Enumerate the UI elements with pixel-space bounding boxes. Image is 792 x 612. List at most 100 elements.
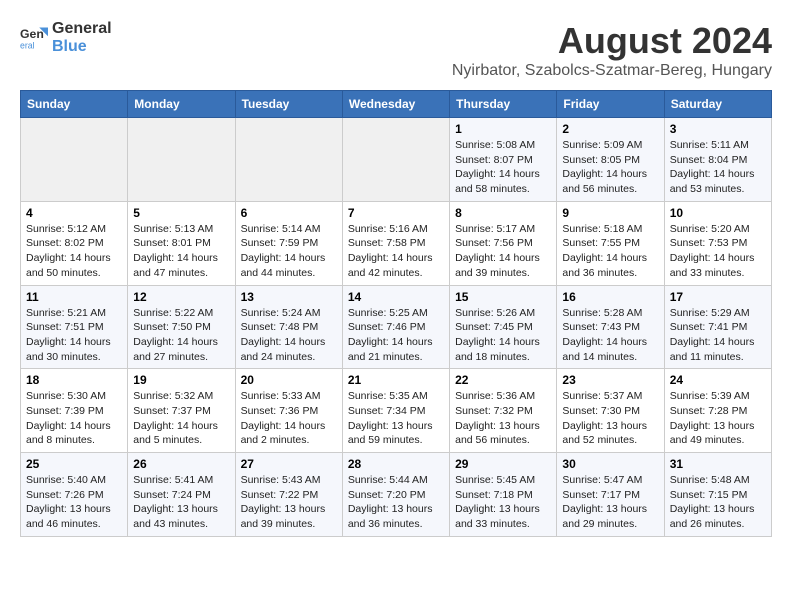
day-number: 9 — [562, 206, 658, 220]
calendar-cell: 28Sunrise: 5:44 AM Sunset: 7:20 PM Dayli… — [342, 453, 449, 537]
subtitle: Nyirbator, Szabolcs-Szatmar-Bereg, Hunga… — [452, 62, 772, 80]
day-detail: Sunrise: 5:33 AM Sunset: 7:36 PM Dayligh… — [241, 389, 337, 448]
calendar-week-4: 18 Sunrise: 5:30 AM Sunset: 7:39 PM Dayli… — [21, 369, 772, 453]
weekday-header-tuesday: Tuesday — [235, 91, 342, 118]
calendar-cell: 1 Sunrise: 5:08 AM Sunset: 8:07 PM Daylig… — [450, 118, 557, 202]
day-number: 20 — [241, 373, 337, 387]
calendar-cell: 20 Sunrise: 5:33 AM Sunset: 7:36 PM Dayli… — [235, 369, 342, 453]
calendar-cell: 19 Sunrise: 5:32 AM Sunset: 7:37 PM Dayli… — [128, 369, 235, 453]
day-detail: Sunrise: 5:12 AM Sunset: 8:02 PM Dayligh… — [26, 222, 122, 281]
svg-text:eral: eral — [20, 40, 35, 50]
day-detail: Sunrise: 5:21 AM Sunset: 7:51 PM Dayligh… — [26, 306, 122, 365]
calendar-cell: 6Sunrise: 5:14 AM Sunset: 7:59 PM Daylig… — [235, 201, 342, 285]
title-area: August 2024 Nyirbator, Szabolcs-Szatmar-… — [452, 20, 772, 80]
calendar-cell: 27Sunrise: 5:43 AM Sunset: 7:22 PM Dayli… — [235, 453, 342, 537]
calendar-cell: 30 Sunrise: 5:47 AM Sunset: 7:17 PM Dayli… — [557, 453, 664, 537]
calendar-cell: 21 Sunrise: 5:35 AM Sunset: 7:34 PM Dayli… — [342, 369, 449, 453]
weekday-header-sunday: Sunday — [21, 91, 128, 118]
day-detail: Sunrise: 5:30 AM Sunset: 7:39 PM Dayligh… — [26, 389, 122, 448]
day-number: 15 — [455, 290, 551, 304]
day-number: 13 — [241, 290, 337, 304]
day-number: 28 — [348, 457, 444, 471]
day-number: 18 — [26, 373, 122, 387]
day-detail: Sunrise: 5:16 AM Sunset: 7:58 PM Dayligh… — [348, 222, 444, 281]
day-number: 23 — [562, 373, 658, 387]
day-detail: Sunrise: 5:36 AM Sunset: 7:32 PM Dayligh… — [455, 389, 551, 448]
logo: Gen eral General Blue — [20, 20, 112, 55]
day-detail: Sunrise: 5:18 AM Sunset: 7:55 PM Dayligh… — [562, 222, 658, 281]
day-detail: Sunrise: 5:32 AM Sunset: 7:37 PM Dayligh… — [133, 389, 229, 448]
weekday-header-thursday: Thursday — [450, 91, 557, 118]
day-number: 10 — [670, 206, 766, 220]
calendar-cell: 31Sunrise: 5:48 AM Sunset: 7:15 PM Dayli… — [664, 453, 771, 537]
day-detail: Sunrise: 5:29 AM Sunset: 7:41 PM Dayligh… — [670, 306, 766, 365]
calendar-cell: 26Sunrise: 5:41 AM Sunset: 7:24 PM Dayli… — [128, 453, 235, 537]
calendar-cell: 7 Sunrise: 5:16 AM Sunset: 7:58 PM Daylig… — [342, 201, 449, 285]
header: Gen eral General Blue August 2024 Nyirba… — [20, 20, 772, 80]
calendar-cell: 4Sunrise: 5:12 AM Sunset: 8:02 PM Daylig… — [21, 201, 128, 285]
day-number: 24 — [670, 373, 766, 387]
calendar-week-3: 11 Sunrise: 5:21 AM Sunset: 7:51 PM Dayli… — [21, 285, 772, 369]
day-number: 12 — [133, 290, 229, 304]
calendar-cell: 22 Sunrise: 5:36 AM Sunset: 7:32 PM Dayli… — [450, 369, 557, 453]
day-detail: Sunrise: 5:48 AM Sunset: 7:15 PM Dayligh… — [670, 473, 766, 532]
calendar-cell: 8 Sunrise: 5:17 AM Sunset: 7:56 PM Daylig… — [450, 201, 557, 285]
day-number: 1 — [455, 122, 551, 136]
day-detail: Sunrise: 5:45 AM Sunset: 7:18 PM Dayligh… — [455, 473, 551, 532]
day-number: 5 — [133, 206, 229, 220]
day-detail: Sunrise: 5:25 AM Sunset: 7:46 PM Dayligh… — [348, 306, 444, 365]
day-detail: Sunrise: 5:40 AM Sunset: 7:26 PM Dayligh… — [26, 473, 122, 532]
calendar-cell — [235, 118, 342, 202]
day-detail: Sunrise: 5:09 AM Sunset: 8:05 PM Dayligh… — [562, 138, 658, 197]
calendar-table: SundayMondayTuesdayWednesdayThursdayFrid… — [20, 90, 772, 537]
day-detail: Sunrise: 5:14 AM Sunset: 7:59 PM Dayligh… — [241, 222, 337, 281]
weekday-header-wednesday: Wednesday — [342, 91, 449, 118]
day-number: 22 — [455, 373, 551, 387]
day-detail: Sunrise: 5:41 AM Sunset: 7:24 PM Dayligh… — [133, 473, 229, 532]
calendar-cell: 17 Sunrise: 5:29 AM Sunset: 7:41 PM Dayli… — [664, 285, 771, 369]
calendar-cell: 11 Sunrise: 5:21 AM Sunset: 7:51 PM Dayli… — [21, 285, 128, 369]
day-number: 14 — [348, 290, 444, 304]
day-number: 17 — [670, 290, 766, 304]
day-detail: Sunrise: 5:17 AM Sunset: 7:56 PM Dayligh… — [455, 222, 551, 281]
day-number: 25 — [26, 457, 122, 471]
calendar-cell: 14 Sunrise: 5:25 AM Sunset: 7:46 PM Dayli… — [342, 285, 449, 369]
calendar-cell: 23Sunrise: 5:37 AM Sunset: 7:30 PM Dayli… — [557, 369, 664, 453]
day-detail: Sunrise: 5:26 AM Sunset: 7:45 PM Dayligh… — [455, 306, 551, 365]
calendar-cell — [342, 118, 449, 202]
logo-text: General Blue — [52, 20, 112, 55]
calendar-cell: 9 Sunrise: 5:18 AM Sunset: 7:55 PM Daylig… — [557, 201, 664, 285]
calendar-cell: 12 Sunrise: 5:22 AM Sunset: 7:50 PM Dayli… — [128, 285, 235, 369]
day-detail: Sunrise: 5:39 AM Sunset: 7:28 PM Dayligh… — [670, 389, 766, 448]
weekday-header-monday: Monday — [128, 91, 235, 118]
day-detail: Sunrise: 5:08 AM Sunset: 8:07 PM Dayligh… — [455, 138, 551, 197]
weekday-header-friday: Friday — [557, 91, 664, 118]
calendar-cell — [21, 118, 128, 202]
calendar-body: 1 Sunrise: 5:08 AM Sunset: 8:07 PM Daylig… — [21, 118, 772, 537]
logo-icon: Gen eral — [20, 24, 48, 52]
day-detail: Sunrise: 5:28 AM Sunset: 7:43 PM Dayligh… — [562, 306, 658, 365]
day-detail: Sunrise: 5:13 AM Sunset: 8:01 PM Dayligh… — [133, 222, 229, 281]
day-number: 8 — [455, 206, 551, 220]
day-number: 7 — [348, 206, 444, 220]
calendar-week-5: 25 Sunrise: 5:40 AM Sunset: 7:26 PM Dayli… — [21, 453, 772, 537]
day-number: 19 — [133, 373, 229, 387]
calendar-cell: 2Sunrise: 5:09 AM Sunset: 8:05 PM Daylig… — [557, 118, 664, 202]
main-title: August 2024 — [452, 20, 772, 62]
svg-text:Gen: Gen — [20, 27, 44, 41]
calendar-cell — [128, 118, 235, 202]
day-number: 29 — [455, 457, 551, 471]
calendar-cell: 13Sunrise: 5:24 AM Sunset: 7:48 PM Dayli… — [235, 285, 342, 369]
day-number: 30 — [562, 457, 658, 471]
day-detail: Sunrise: 5:22 AM Sunset: 7:50 PM Dayligh… — [133, 306, 229, 365]
calendar-cell: 16Sunrise: 5:28 AM Sunset: 7:43 PM Dayli… — [557, 285, 664, 369]
day-number: 21 — [348, 373, 444, 387]
day-number: 11 — [26, 290, 122, 304]
calendar-cell: 29 Sunrise: 5:45 AM Sunset: 7:18 PM Dayli… — [450, 453, 557, 537]
day-detail: Sunrise: 5:47 AM Sunset: 7:17 PM Dayligh… — [562, 473, 658, 532]
day-detail: Sunrise: 5:35 AM Sunset: 7:34 PM Dayligh… — [348, 389, 444, 448]
weekday-header-saturday: Saturday — [664, 91, 771, 118]
day-number: 3 — [670, 122, 766, 136]
calendar-cell: 3Sunrise: 5:11 AM Sunset: 8:04 PM Daylig… — [664, 118, 771, 202]
day-number: 27 — [241, 457, 337, 471]
